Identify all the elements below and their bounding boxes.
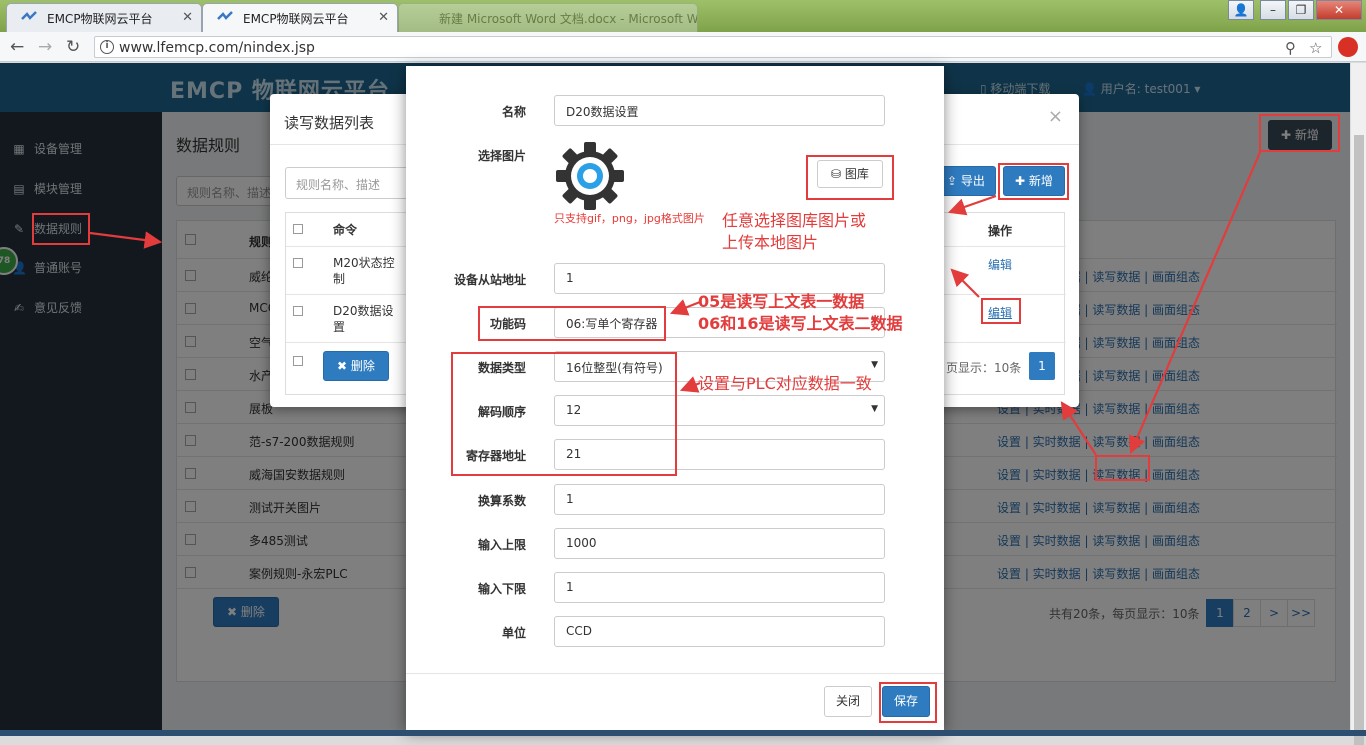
highlight-box <box>981 298 1021 324</box>
min-label: 输入下限 <box>477 582 526 596</box>
select-all-checkbox[interactable] <box>293 224 303 234</box>
tab-label: EMCP物联网云平台 <box>47 12 153 26</box>
browser-toolbar: ← → ↻ i www.lfemcp.com/nindex.jsp ⚲ ☆ <box>0 32 1366 62</box>
export-button[interactable]: ⇪ 导出 <box>936 166 996 196</box>
annotation-text: 任意选择图库图片或 上传本地图片 <box>722 211 867 252</box>
browser-tab-background[interactable]: 新建 Microsoft Word 文档.docx - Microsoft Wo… <box>398 3 698 32</box>
forward-arrow-icon[interactable]: → <box>38 37 52 57</box>
edit-link[interactable]: 编辑 <box>988 256 1012 273</box>
list-search-input[interactable]: 规则名称、描述 <box>285 167 410 199</box>
window-profile-button[interactable]: 👤 <box>1228 0 1254 20</box>
highlight-box <box>32 213 90 245</box>
back-arrow-icon[interactable]: ← <box>10 37 24 57</box>
highlight-box <box>478 306 666 341</box>
tab-label: 新建 Microsoft Word 文档.docx - Microsoft Wo… <box>439 12 698 26</box>
max-input[interactable]: 1000 <box>554 528 885 559</box>
close-button[interactable]: 关闭 <box>824 686 872 717</box>
highlight-box <box>451 352 677 476</box>
zoom-icon[interactable]: ⚲ <box>1285 39 1296 57</box>
tab-label: EMCP物联网云平台 <box>243 12 349 26</box>
gear-icon[interactable] <box>554 140 626 212</box>
info-icon[interactable]: i <box>100 40 114 54</box>
highlight-box <box>879 682 937 723</box>
tab-close-icon[interactable]: ✕ <box>378 10 389 25</box>
row-checkbox[interactable] <box>293 258 303 268</box>
highlight-box <box>1259 114 1340 152</box>
highlight-box <box>806 155 894 200</box>
address-bar[interactable]: i www.lfemcp.com/nindex.jsp ⚲ ☆ <box>94 36 1332 58</box>
slave-address-label: 设备从站地址 <box>453 273 526 287</box>
modal-title: 读写数据列表 <box>284 114 375 132</box>
factor-label: 换算系数 <box>477 494 526 508</box>
name-input[interactable]: D20数据设置 <box>554 95 885 126</box>
name-label: 名称 <box>501 105 526 119</box>
reload-icon[interactable]: ↻ <box>66 37 80 57</box>
page-link[interactable]: 1 <box>1029 352 1055 380</box>
factor-input[interactable]: 1 <box>554 484 885 515</box>
browser-tab-active[interactable]: EMCP物联网云平台 ✕ <box>202 3 398 32</box>
highlight-box <box>998 163 1069 200</box>
scroll-thumb[interactable] <box>1354 135 1364 745</box>
annotation-text: 05是读写上文表一数据 06和16是读写上文表二数据 <box>698 292 903 333</box>
min-input[interactable]: 1 <box>554 572 885 603</box>
highlight-box <box>1095 455 1150 481</box>
close-icon[interactable]: × <box>1048 106 1063 127</box>
extension-icon[interactable] <box>1338 37 1358 57</box>
annotation-text: 设置与PLC对应数据一致 <box>698 374 872 393</box>
row-checkbox[interactable] <box>293 306 303 316</box>
row-checkbox[interactable] <box>293 356 303 366</box>
chevron-down-icon: ▼ <box>871 360 878 370</box>
window-close-button[interactable]: ✕ <box>1316 0 1362 20</box>
window-maximize-button[interactable]: ❐ <box>1288 0 1314 20</box>
emcp-favicon-icon <box>217 11 233 20</box>
browser-tab[interactable]: EMCP物联网云平台 ✕ <box>6 3 202 32</box>
pager-info: 页显示：10条 <box>946 361 1022 375</box>
address-url: www.lfemcp.com/nindex.jsp <box>119 40 315 56</box>
image-label: 选择图片 <box>477 149 526 163</box>
bookmark-star-icon[interactable]: ☆ <box>1309 39 1322 57</box>
slave-address-input[interactable]: 1 <box>554 263 885 294</box>
os-taskbar <box>0 730 1366 736</box>
unit-input[interactable]: CCD <box>554 616 885 647</box>
image-format-hint: 只支持gif，png，jpg格式图片 <box>554 212 705 225</box>
tab-close-icon[interactable]: ✕ <box>182 10 193 25</box>
divider <box>406 673 944 674</box>
delete-button[interactable]: ✖ 删除 <box>323 351 389 381</box>
window-minimize-button[interactable]: – <box>1260 0 1286 20</box>
browser-tabstrip: EMCP物联网云平台 ✕ EMCP物联网云平台 ✕ 新建 Microsoft W… <box>0 0 1366 32</box>
page-scrollbar[interactable] <box>1350 63 1366 745</box>
emcp-favicon-icon <box>21 11 37 20</box>
chevron-down-icon: ▼ <box>871 404 878 414</box>
max-label: 输入上限 <box>477 538 526 552</box>
unit-label: 单位 <box>501 626 526 640</box>
